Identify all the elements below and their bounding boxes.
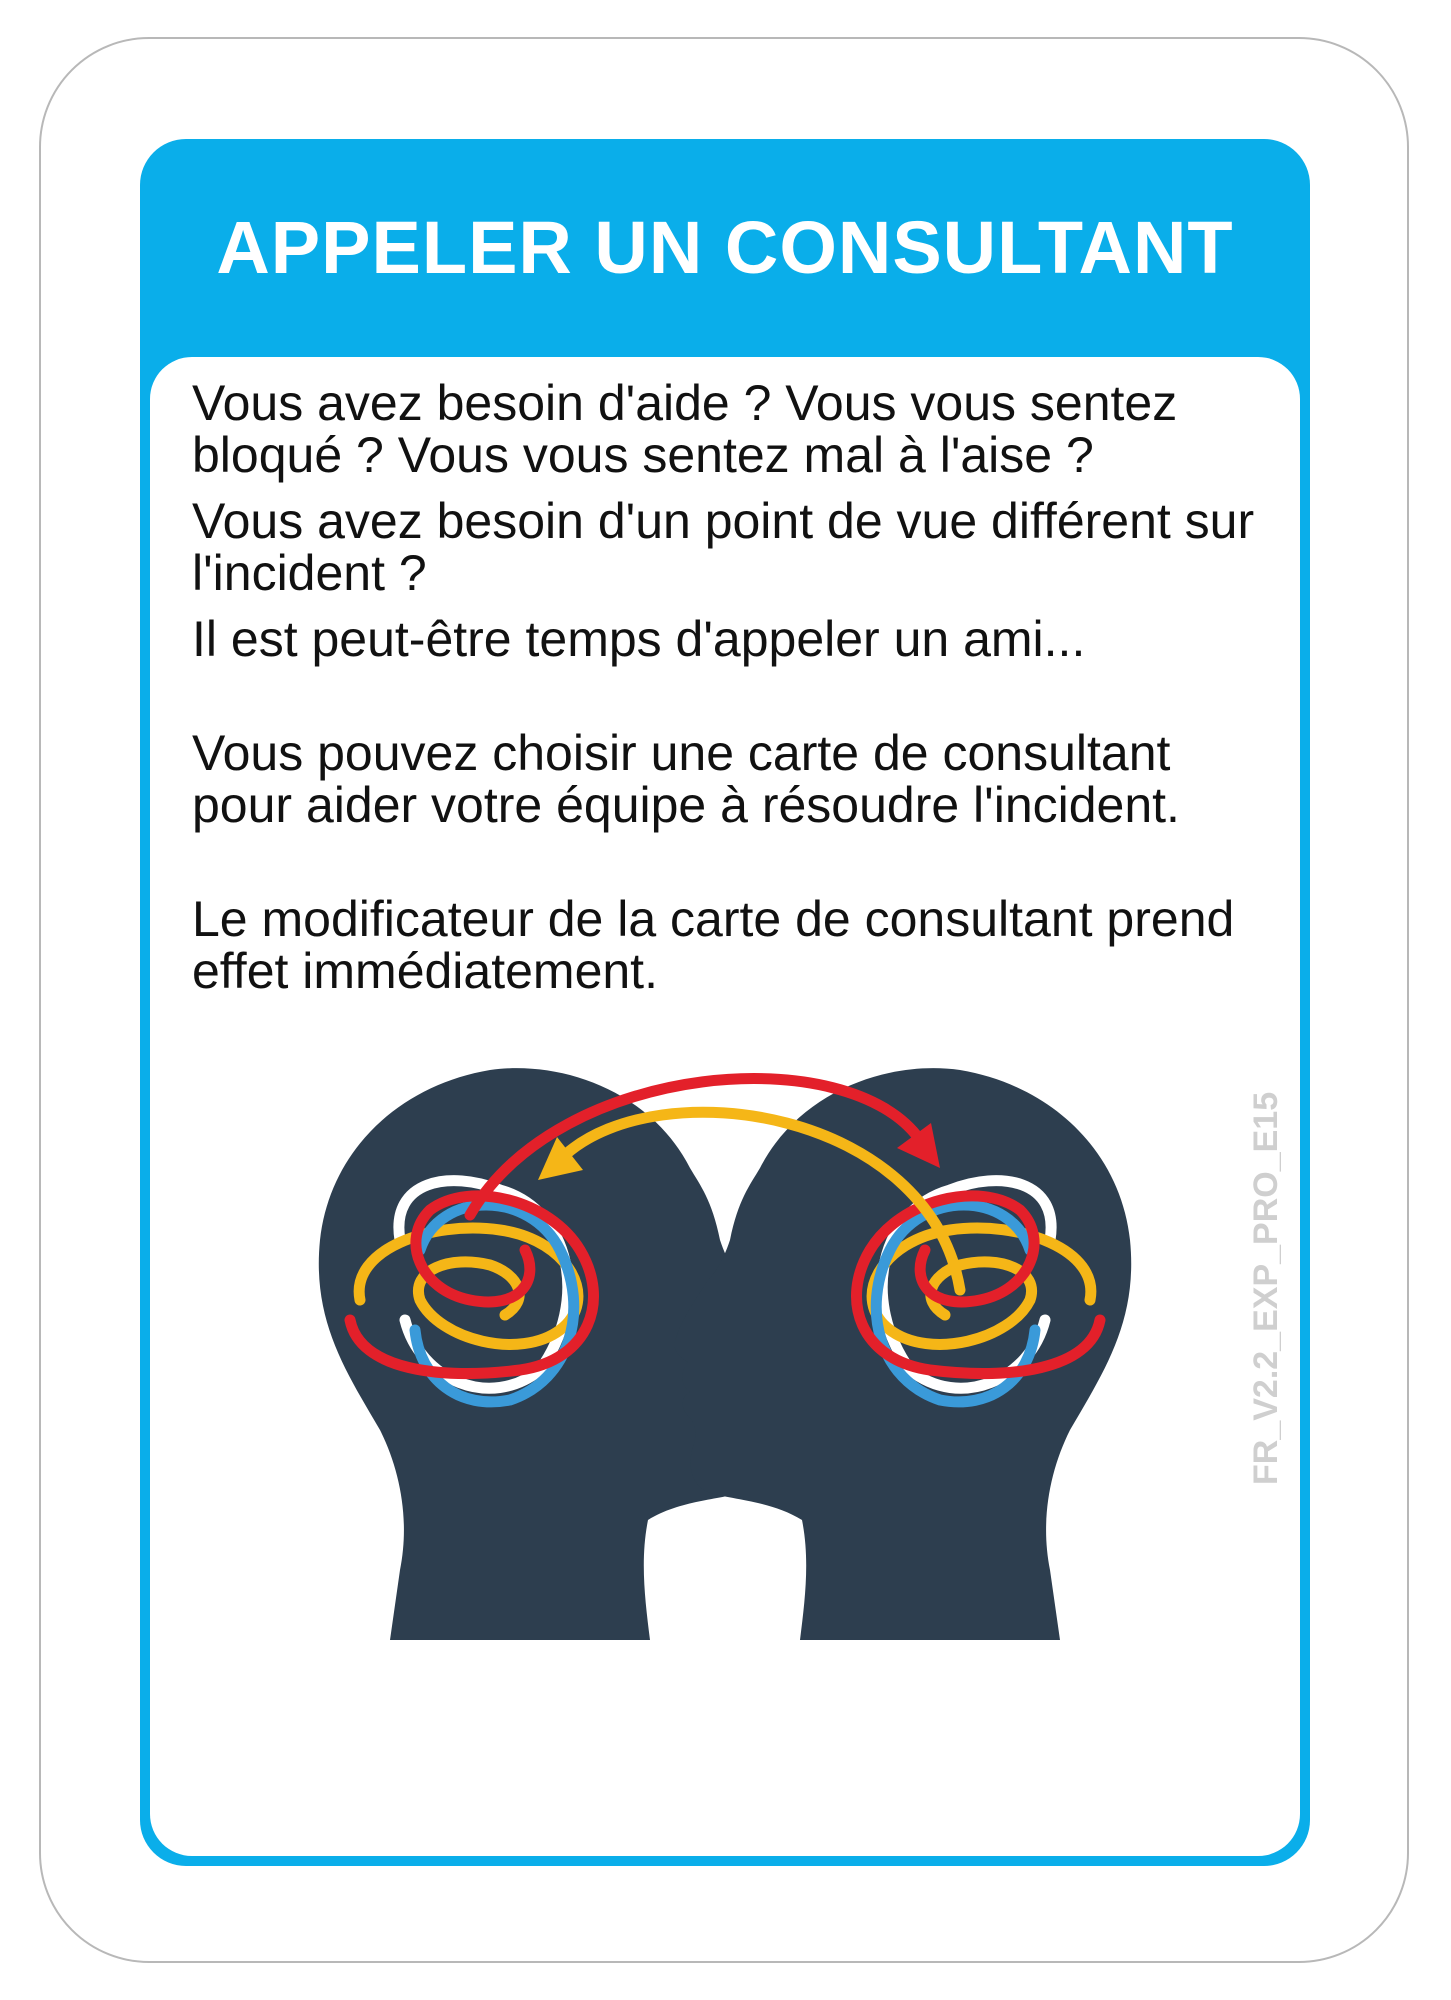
two-heads-exchanging-thoughts-icon [318,1068,1132,1640]
card-code: FR_V2.2_EXP_PRO_E15 [1247,1091,1285,1485]
